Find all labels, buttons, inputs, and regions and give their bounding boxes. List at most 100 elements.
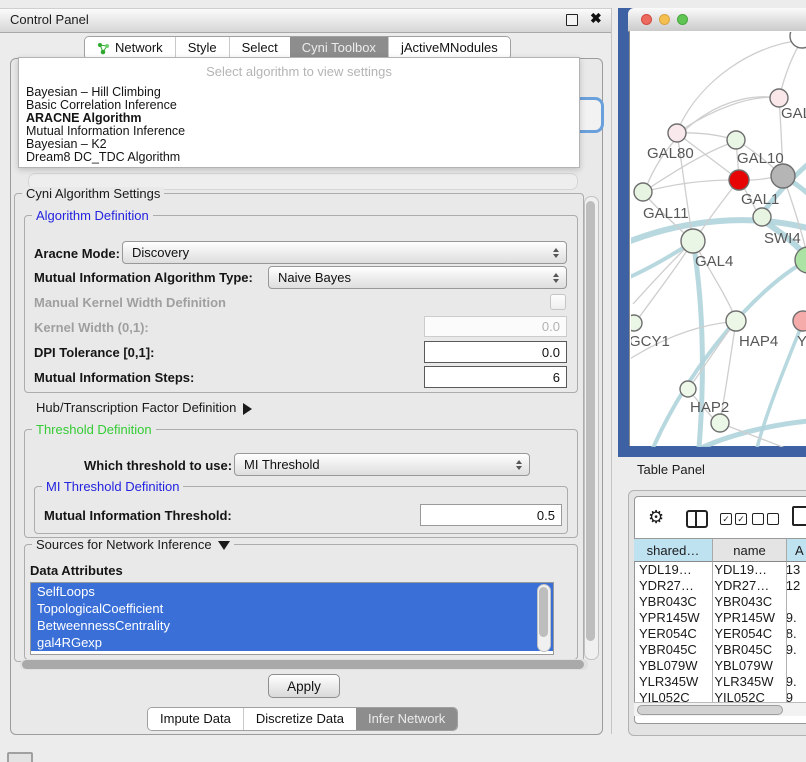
- network-node[interactable]: [793, 311, 806, 331]
- dpi-tolerance-field[interactable]: 0.0: [424, 341, 567, 363]
- sources-title[interactable]: Sources for Network Inference: [32, 538, 234, 552]
- which-threshold-combo[interactable]: MI Threshold: [234, 453, 530, 476]
- network-node[interactable]: [668, 124, 686, 142]
- network-window-titlebar[interactable]: [628, 8, 806, 32]
- attribute-item[interactable]: BetweennessCentrality: [31, 617, 553, 634]
- table-row[interactable]: YER054CYER054C8.: [634, 626, 806, 642]
- network-node[interactable]: [680, 381, 696, 397]
- control-panel-right-border: [611, 8, 612, 734]
- float-window-icon[interactable]: [566, 14, 578, 26]
- column-header-shared[interactable]: shared…: [634, 538, 712, 562]
- kernel-width-field[interactable]: 0.0: [424, 316, 567, 337]
- network-node[interactable]: [753, 208, 771, 226]
- aracne-mode-combo[interactable]: Discovery: [122, 241, 567, 264]
- kernel-width-label: Kernel Width (0,1):: [34, 320, 149, 335]
- minimize-traffic-light-icon[interactable]: [659, 14, 670, 25]
- data-attributes-list[interactable]: SelfLoops TopologicalCoefficient Between…: [30, 582, 554, 655]
- which-threshold-value: MI Threshold: [244, 457, 320, 472]
- table-cell: YBL079W: [634, 658, 709, 674]
- network-node[interactable]: [726, 311, 746, 331]
- manual-kernel-checkbox[interactable]: [550, 294, 566, 310]
- network-node[interactable]: [795, 247, 806, 273]
- attributes-list-scrollbar[interactable]: [537, 584, 551, 652]
- table-cell: 12: [781, 578, 806, 594]
- table-cell: YBR043C: [634, 594, 709, 610]
- tab-cyni-toolbox[interactable]: Cyni Toolbox: [290, 37, 388, 59]
- column-header-name[interactable]: name: [712, 538, 786, 562]
- network-canvas-svg: GALGAL80GAL10GAL1SWI4GAL11GAL4GCY1HAP4YH…: [631, 32, 806, 447]
- tab-jactivemnodules[interactable]: jActiveMNodules: [388, 37, 510, 59]
- mi-threshold-definition-title: MI Threshold Definition: [42, 480, 183, 494]
- network-edge: [693, 241, 702, 447]
- clear-checkboxes-icon[interactable]: [752, 513, 779, 525]
- settings-hscrollbar-thumb[interactable]: [22, 660, 584, 669]
- tab-discretize-data[interactable]: Discretize Data: [243, 708, 356, 730]
- settings-horizontal-scrollbar[interactable]: [20, 659, 588, 670]
- app-root: { "control_panel": { "title": "Control P…: [0, 0, 806, 762]
- table-hscrollbar-thumb[interactable]: [637, 705, 783, 715]
- unchecked-box-icon: [767, 513, 779, 525]
- table-row[interactable]: YIL052CYIL052C9: [634, 690, 806, 702]
- network-node[interactable]: [771, 164, 795, 188]
- tab-impute-data[interactable]: Impute Data: [148, 708, 243, 730]
- settings-scrollbar-thumb[interactable]: [586, 201, 595, 641]
- network-edge: [692, 321, 736, 384]
- close-window-icon[interactable]: ✖: [590, 10, 602, 27]
- corner-partial-icon[interactable]: [7, 752, 33, 762]
- table-cell: YIL052C: [709, 690, 780, 702]
- dropdown-item[interactable]: Dream8 DC_TDC Algorithm: [19, 151, 579, 167]
- network-node[interactable]: [790, 32, 806, 48]
- table-row[interactable]: YPR145WYPR145W9.: [634, 610, 806, 626]
- split-view-icon[interactable]: [686, 510, 708, 533]
- network-node[interactable]: [711, 414, 729, 432]
- tab-infer-network[interactable]: Infer Network: [356, 708, 457, 730]
- table-cell: YBL079W: [709, 658, 780, 674]
- cyni-algorithm-settings-title: Cyni Algorithm Settings: [22, 187, 164, 201]
- mi-steps-field[interactable]: 6: [424, 366, 567, 388]
- apply-button[interactable]: Apply: [268, 674, 340, 698]
- mi-steps-value: 6: [553, 370, 560, 385]
- network-node[interactable]: [634, 183, 652, 201]
- network-canvas[interactable]: GALGAL80GAL10GAL1SWI4GAL11GAL4GCY1HAP4YH…: [629, 31, 806, 446]
- select-all-checkboxes-icon[interactable]: ✓✓: [720, 513, 747, 525]
- attribute-item[interactable]: gal4RGexp: [31, 634, 553, 651]
- table-cell: 9: [781, 690, 806, 702]
- close-traffic-light-icon[interactable]: [641, 14, 652, 25]
- settings-vertical-scrollbar[interactable]: [584, 196, 599, 660]
- network-node[interactable]: [631, 315, 642, 331]
- aracne-mode-label: Aracne Mode:: [34, 246, 120, 261]
- gear-icon[interactable]: ⚙: [648, 507, 664, 528]
- attribute-item[interactable]: TopologicalCoefficient: [31, 600, 553, 617]
- network-node-label: HAP2: [690, 399, 729, 416]
- table-row[interactable]: YBL079WYBL079W: [634, 658, 806, 674]
- tab-infer-network-label: Infer Network: [368, 708, 445, 730]
- table-row[interactable]: YLR345WYLR345W9.: [634, 674, 806, 690]
- mi-threshold-field[interactable]: 0.5: [420, 504, 562, 526]
- attributes-scrollbar-thumb[interactable]: [539, 587, 548, 637]
- table-horizontal-scrollbar[interactable]: [634, 702, 806, 716]
- column-header-name-label: name: [733, 543, 766, 558]
- tab-style[interactable]: Style: [175, 37, 229, 59]
- zoom-traffic-light-icon[interactable]: [677, 14, 688, 25]
- network-node[interactable]: [727, 131, 745, 149]
- network-node[interactable]: [681, 229, 705, 253]
- table-panel-title: Table Panel: [637, 462, 705, 477]
- stepper-arrows-icon: [553, 273, 559, 283]
- table-row[interactable]: YBR045CYBR045C9.: [634, 642, 806, 658]
- column-header-partial[interactable]: A: [786, 538, 806, 562]
- mi-threshold-label: Mutual Information Threshold:: [44, 508, 232, 523]
- table-body: YDL19…YDL19…13YDR27…YDR27…12YBR043CYBR04…: [634, 562, 806, 702]
- tab-network[interactable]: Network: [85, 37, 175, 59]
- mi-type-combo[interactable]: Naive Bayes: [268, 266, 567, 289]
- attribute-item[interactable]: SelfLoops: [31, 583, 553, 600]
- hub-definition-expander[interactable]: Hub/Transcription Factor Definition: [36, 400, 252, 415]
- network-node[interactable]: [729, 170, 749, 190]
- table-cell: YLR345W: [709, 674, 780, 690]
- column-icon[interactable]: [792, 506, 806, 526]
- table-row[interactable]: YDR27…YDR27…12: [634, 578, 806, 594]
- table-row[interactable]: YBR043CYBR043C: [634, 594, 806, 610]
- network-edge: [677, 97, 779, 133]
- tab-select[interactable]: Select: [229, 37, 290, 59]
- dpi-tolerance-label: DPI Tolerance [0,1]:: [34, 345, 154, 360]
- table-row[interactable]: YDL19…YDL19…13: [634, 562, 806, 578]
